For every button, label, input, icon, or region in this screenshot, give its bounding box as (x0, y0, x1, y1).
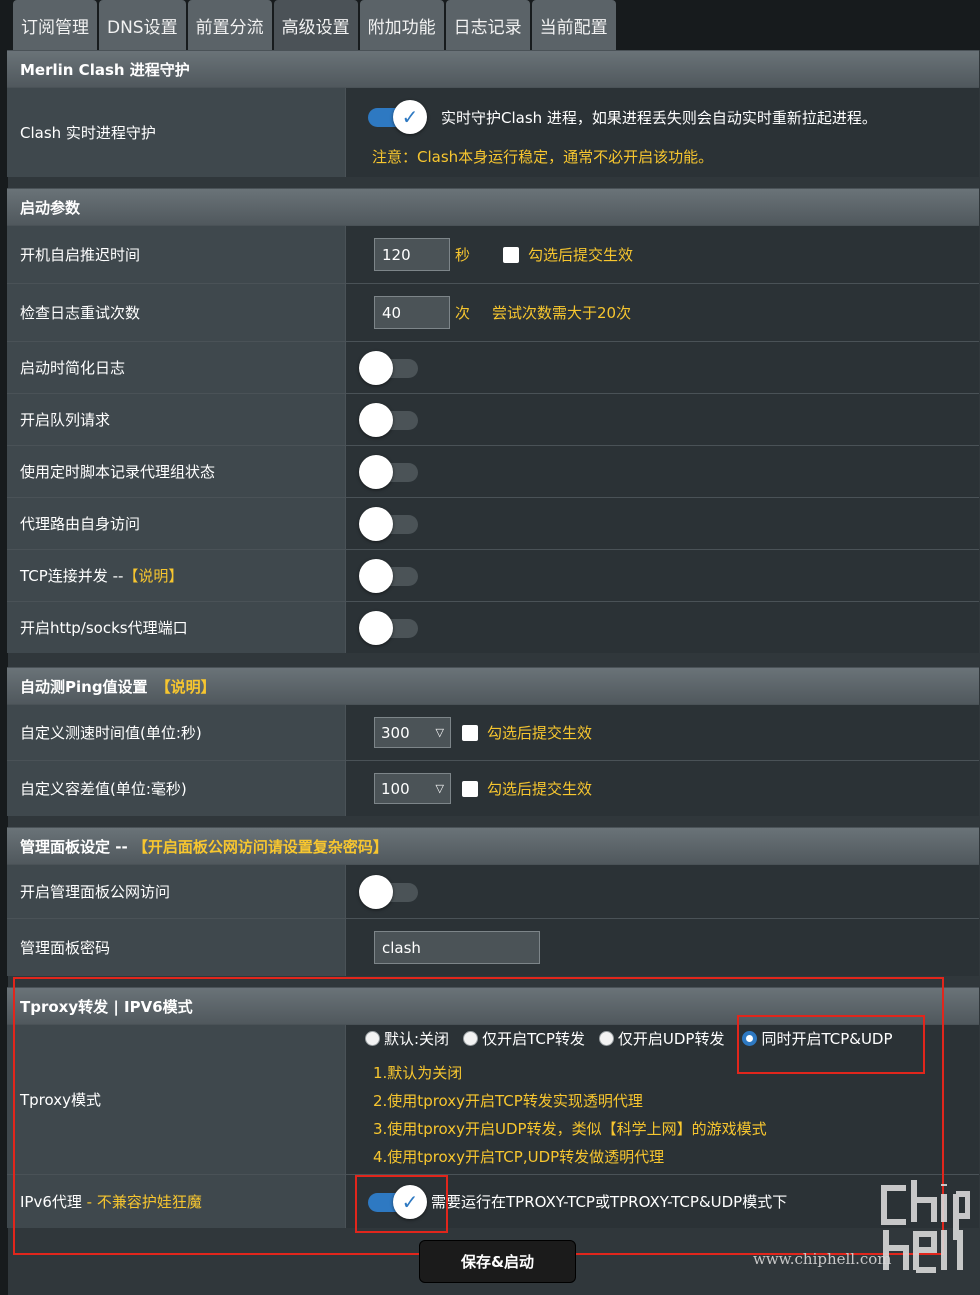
section-title: 管理面板设定 -- 【开启面板公网访问请设置复杂密码】 (7, 828, 979, 864)
retry-input[interactable]: 40 (374, 296, 450, 329)
tab-pre-routing[interactable]: 前置分流 (187, 0, 272, 50)
tab-advanced[interactable]: 高级设置 (273, 0, 358, 50)
startup-delay-checkbox-label: 勾选后提交生效 (528, 246, 634, 264)
ping-tolerance-checkbox[interactable] (462, 780, 478, 797)
annotation-box-tcp-udp (737, 1015, 925, 1074)
section-dashboard: 管理面板设定 -- 【开启面板公网访问请设置复杂密码】 开启管理面板公网访问 管… (7, 827, 979, 976)
dashboard-warning: 【开启面板公网访问请设置复杂密码】 (132, 837, 388, 856)
chevron-down-icon: ▽ (435, 782, 444, 795)
http-socks-toggle[interactable] (359, 609, 421, 647)
ping-tolerance-label: 自定义容差值(单位:毫秒) (7, 761, 345, 816)
section-title: 启动参数 (7, 189, 979, 225)
ping-interval-checkbox[interactable] (462, 724, 478, 741)
section-ping: 自动测Ping值设置 【说明】 自定义测速时间值(单位:秒) 300 ▽ 勾选后提交… (7, 667, 979, 816)
dashboard-public-label: 开启管理面板公网访问 (7, 865, 345, 918)
check-icon: ✓ (393, 100, 427, 134)
save-and-start-button[interactable]: 保存&启动 (419, 1240, 576, 1283)
daemon-label: Clash 实时进程守护 (7, 88, 345, 177)
ping-interval-checkbox-label: 勾选后提交生效 (487, 724, 593, 742)
tab-subscription[interactable]: 订阅管理 (13, 0, 97, 50)
cron-label: 使用定时脚本记录代理组状态 (7, 446, 345, 497)
retry-hint: 尝试次数需大于20次 (492, 304, 632, 322)
tab-addons[interactable]: 附加功能 (359, 0, 444, 50)
annotation-box-ipv6 (355, 1175, 448, 1233)
tcp-concurrent-toggle[interactable] (359, 557, 421, 595)
tab-bar: 订阅管理 DNS设置 前置分流 高级设置 附加功能 日志记录 当前配置 (13, 0, 616, 50)
startup-delay-input[interactable]: 120 (374, 238, 450, 271)
retry-unit: 次 (455, 304, 471, 322)
daemon-note: 注意：Clash本身运行稳定，通常不必开启该功能。 (372, 148, 714, 166)
tab-logs[interactable]: 日志记录 (445, 0, 530, 50)
daemon-toggle[interactable]: ✓ (365, 98, 427, 136)
retry-label: 检查日志重试次数 (7, 284, 345, 341)
startup-delay-checkbox[interactable] (503, 246, 520, 263)
section-title: Merlin Clash 进程守护 (7, 51, 979, 87)
startup-delay-unit: 秒 (455, 246, 471, 264)
dashboard-password-label: 管理面板密码 (7, 919, 345, 976)
ping-tolerance-select[interactable]: 100 ▽ (374, 773, 451, 804)
simple-log-label: 启动时简化日志 (7, 342, 345, 393)
dashboard-public-toggle[interactable] (359, 873, 421, 911)
tcp-concurrent-help-link[interactable]: 【说明】 (123, 565, 183, 586)
dashboard-password-input[interactable]: clash (374, 931, 540, 964)
self-access-toggle[interactable] (359, 505, 421, 543)
startup-delay-label: 开机自启推迟时间 (7, 226, 345, 283)
simple-log-toggle[interactable] (359, 349, 421, 387)
http-socks-label: 开启http/socks代理端口 (7, 602, 345, 653)
chevron-down-icon: ▽ (435, 726, 444, 739)
tab-current-config[interactable]: 当前配置 (531, 0, 616, 50)
queue-label: 开启队列请求 (7, 394, 345, 445)
cron-toggle[interactable] (359, 453, 421, 491)
ping-help-link[interactable]: 【说明】 (156, 676, 216, 697)
tab-dns[interactable]: DNS设置 (99, 0, 186, 50)
self-access-label: 代理路由自身访问 (7, 498, 345, 549)
ping-interval-select[interactable]: 300 ▽ (374, 717, 451, 748)
ping-tolerance-checkbox-label: 勾选后提交生效 (487, 780, 593, 798)
section-daemon: Merlin Clash 进程守护 Clash 实时进程守护 ✓ 实时守护Cla… (7, 50, 979, 177)
tcp-concurrent-label: TCP连接并发 -- 【说明】 (7, 550, 345, 601)
watermark: www.chiphell.com (753, 1250, 892, 1268)
section-startup: 启动参数 开机自启推迟时间 120 秒 勾选后提交生效 检查日志重试次数 40 … (7, 188, 979, 653)
daemon-description: 实时守护Clash 进程，如果进程丢失则会自动实时重新拉起进程。 (441, 108, 877, 127)
ping-interval-label: 自定义测速时间值(单位:秒) (7, 705, 345, 760)
queue-toggle[interactable] (359, 401, 421, 439)
section-title: 自动测Ping值设置 【说明】 (7, 668, 979, 704)
chiphell-logo-icon (881, 1180, 970, 1273)
